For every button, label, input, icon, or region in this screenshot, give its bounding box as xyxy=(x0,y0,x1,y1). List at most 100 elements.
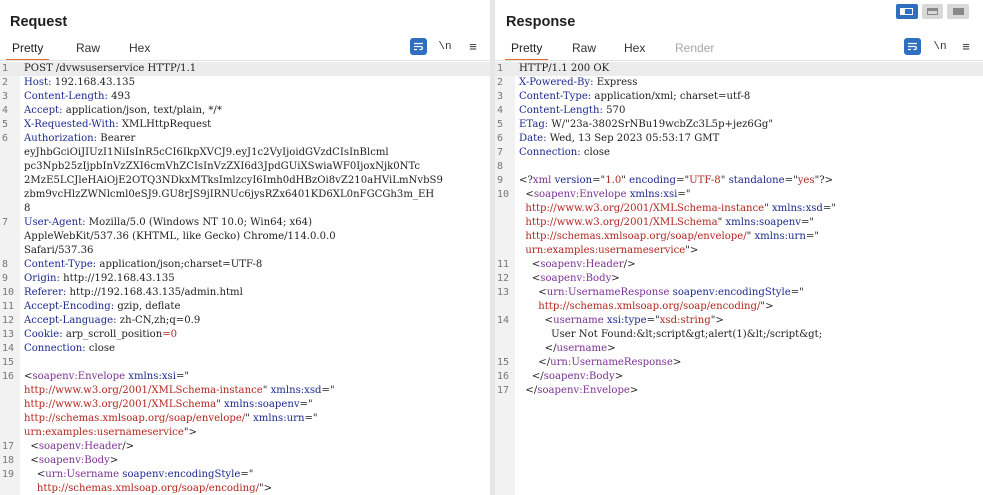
response-token-tag: soapenv:Body xyxy=(543,371,615,382)
response-token-attr: xmlns:xsd xyxy=(768,203,823,214)
response-token-key: X-Powered-By: xyxy=(519,77,597,88)
split-view-icon[interactable] xyxy=(896,4,918,19)
request-tab-pretty[interactable]: Pretty xyxy=(5,40,50,61)
response-line-text: </username> xyxy=(519,342,616,356)
response-token-tag: urn:UsernameResponse xyxy=(546,287,670,298)
request-menu-icon[interactable]: ≡ xyxy=(467,38,479,55)
response-line-number: 12 xyxy=(497,273,510,284)
response-line-text: ETag: W/"23a-3802SrNBu19wcbZc3L5p+jez6Gg… xyxy=(519,118,773,132)
response-line-number: 5 xyxy=(497,119,504,130)
request-line-text: Origin: http://192.168.43.135 xyxy=(24,272,175,286)
response-token-tag: xml xyxy=(532,175,552,186)
request-tab-hex[interactable]: Hex xyxy=(129,40,150,56)
request-newline-icon[interactable]: \n xyxy=(438,38,452,55)
response-token-str: http://www.w3.org/2001/XMLSchema-instanc… xyxy=(519,203,765,214)
response-word-wrap-icon[interactable] xyxy=(904,38,921,55)
request-line-text: 8 xyxy=(24,202,30,216)
response-line-text: <soapenv:Header/> xyxy=(519,258,636,272)
request-line-number: 13 xyxy=(2,329,15,340)
response-token-tag: soapenv:Header xyxy=(540,259,624,270)
single-pane-icon[interactable] xyxy=(947,4,970,19)
request-code-line: 5 X-Requested-With: XMLHttpRequest xyxy=(0,118,490,132)
request-token-key: Accept-Encoding: xyxy=(24,301,118,312)
response-line-text: Content-Type: application/xml; charset=u… xyxy=(519,90,750,104)
request-token-val: 493 xyxy=(111,91,131,102)
response-line-number: 13 xyxy=(497,287,510,298)
request-line-number: 8 xyxy=(2,259,9,270)
response-code-line: 12 <soapenv:Body> xyxy=(495,272,983,286)
request-token-key: Accept: xyxy=(24,105,66,116)
response-token-plain: <? xyxy=(519,175,533,186)
response-newline-icon[interactable]: \n xyxy=(933,38,947,55)
request-token-val: 192.168.43.135 xyxy=(54,77,136,88)
response-line-number: 17 xyxy=(497,385,510,396)
horizontal-layout-icon[interactable] xyxy=(921,4,944,19)
response-token-str: 1.0 xyxy=(605,175,622,186)
request-line-text: zbm9vcHlzZWNlcml0eSJ9.GU8rJS9jIRNUc6jysR… xyxy=(24,188,434,202)
request-token-val: Mozilla/5.0 (Windows NT 10.0; Win64; x64… xyxy=(88,217,313,228)
request-line-text: urn:examples:usernameservice"> xyxy=(24,426,197,440)
response-code-line: http://www.w3.org/2001/XMLSchema" xmlns:… xyxy=(495,216,983,230)
response-token-plain: "> xyxy=(710,315,724,326)
request-line-text: Authorization: Bearer xyxy=(24,132,135,146)
request-token-attr: xmlns:xsd xyxy=(267,385,322,396)
request-line-number: 18 xyxy=(2,455,15,466)
request-code-line: 8 Content-Type: application/json;charset=… xyxy=(0,258,490,272)
response-line-number: 8 xyxy=(497,161,504,172)
request-token-val: application/json;charset=UTF-8 xyxy=(99,259,263,270)
response-menu-icon[interactable]: ≡ xyxy=(960,38,972,55)
response-token-plain: < xyxy=(519,259,541,270)
request-code-line: AppleWebKit/537.36 (KHTML, like Gecko) C… xyxy=(0,230,490,244)
request-line-text: Content-Length: 493 xyxy=(24,90,130,104)
request-token-tag: urn:Username xyxy=(45,469,120,480)
request-code-line: 14 Connection: close xyxy=(0,342,490,356)
request-editor[interactable]: 1 POST /dvwsuserservice HTTP/1.1 2 Host: 19… xyxy=(0,62,490,495)
response-tab-pretty[interactable]: Pretty xyxy=(504,40,549,61)
response-code-line: 7 Connection: close xyxy=(495,146,983,160)
response-token-str: http://schemas.xmlsoap.org/soap/envelope… xyxy=(519,231,747,242)
request-code-line: pc3Npb25zIjpbInVzZXI6cmVhZCIsInVzZXI6d3J… xyxy=(0,160,490,174)
request-code-line: zbm9vcHlzZWNlcml0eSJ9.GU8rJS9jIRNUc6jysR… xyxy=(0,188,490,202)
response-code-line: 11 <soapenv:Header/> xyxy=(495,258,983,272)
response-tab-raw[interactable]: Raw xyxy=(572,40,596,56)
request-code-line: 19 <urn:Username soapenv:encodingStyle=" xyxy=(0,468,490,482)
response-token-plain: < xyxy=(519,315,554,326)
request-line-number: 19 xyxy=(2,469,15,480)
request-word-wrap-icon[interactable] xyxy=(410,38,427,55)
request-code-line: 1 POST /dvwsuserservice HTTP/1.1 xyxy=(0,62,490,76)
response-line-text: urn:examples:usernameservice"> xyxy=(519,244,698,258)
request-token-attr: soapenv:encodingStyle xyxy=(119,469,241,480)
response-token-attr: encoding xyxy=(625,175,676,186)
response-line-number: 11 xyxy=(497,259,510,270)
response-token-plain: "> xyxy=(760,301,774,312)
response-token-plain: =" xyxy=(800,217,815,228)
request-line-number: 14 xyxy=(2,343,15,354)
response-token-val: Express xyxy=(596,77,638,88)
response-token-str: UTF-8 xyxy=(689,175,721,186)
response-token-str: urn:examples:usernameservice xyxy=(519,245,686,256)
response-tab-hex[interactable]: Hex xyxy=(624,40,645,56)
request-token-plain: =" xyxy=(321,385,335,396)
response-code-line: 13 <urn:UsernameResponse soapenv:encodin… xyxy=(495,286,983,300)
request-token-plain: "> xyxy=(259,483,273,494)
response-line-text: http://www.w3.org/2001/XMLSchema-instanc… xyxy=(519,202,836,216)
response-token-tag: username xyxy=(553,315,604,326)
request-token-str: http://www.w3.org/2001/XMLSchema xyxy=(24,399,217,410)
response-line-text: X-Powered-By: Express xyxy=(519,76,637,90)
request-token-plain: < xyxy=(24,441,39,452)
response-line-text: Connection: close xyxy=(519,146,610,160)
response-tab-render[interactable]: Render xyxy=(675,40,714,56)
response-code-line: 9 <?xml version="1.0" encoding="UTF-8" st… xyxy=(495,174,983,188)
request-token-val: 2MzE5LCJleHAiOjE2OTQ3NDkxMTksImlzcyI6Imh… xyxy=(24,175,443,186)
request-line-number: 5 xyxy=(2,119,9,130)
response-line-number: 1 xyxy=(497,63,504,74)
request-line-text: Connection: close xyxy=(24,342,115,356)
request-token-val: http://192.168.43.135 xyxy=(63,273,175,284)
response-line-text: <?xml version="1.0" encoding="UTF-8" sta… xyxy=(519,174,833,188)
request-token-key: Authorization: xyxy=(24,133,101,144)
response-token-plain: < xyxy=(519,273,541,284)
request-tab-raw[interactable]: Raw xyxy=(76,40,100,56)
response-editor[interactable]: 1 HTTP/1.1 200 OK 2 X-Powered-By: Express 3 C… xyxy=(495,62,983,495)
request-line-text: Safari/537.36 xyxy=(24,244,93,258)
request-token-key: Host: xyxy=(24,77,55,88)
